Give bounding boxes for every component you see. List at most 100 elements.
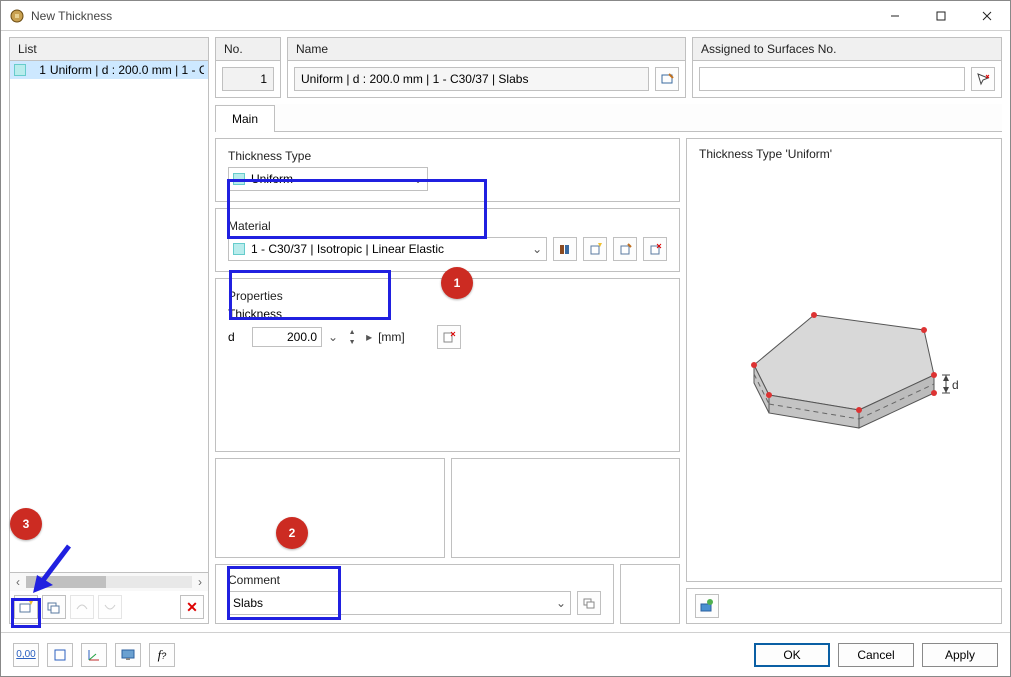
left-column: Thickness Type Uniform ⌄ Material bbox=[215, 138, 680, 624]
preview-dim-label: d bbox=[952, 378, 959, 392]
list-body[interactable]: 1 Uniform | d : 200.0 mm | 1 - C30/ bbox=[10, 61, 208, 572]
cancel-button[interactable]: Cancel bbox=[838, 643, 914, 667]
assigned-group: Assigned to Surfaces No. bbox=[692, 37, 1002, 98]
display-button[interactable] bbox=[115, 643, 141, 667]
toolbar-button-4[interactable] bbox=[98, 595, 122, 619]
scroll-right-icon[interactable]: › bbox=[192, 574, 208, 590]
ok-button[interactable]: OK bbox=[754, 643, 830, 667]
list-item-text: Uniform | d : 200.0 mm | 1 - C30/ bbox=[50, 63, 204, 77]
no-group: No. 1 bbox=[215, 37, 281, 98]
material-library-button[interactable] bbox=[553, 237, 577, 261]
content-area: No. 1 Name Uniform | d : 200.0 mm | 1 - … bbox=[215, 37, 1002, 624]
name-value: Uniform | d : 200.0 mm | 1 - C30/37 | Sl… bbox=[301, 72, 528, 86]
comment-label: Comment bbox=[228, 573, 601, 587]
material-select[interactable]: 1 - C30/37 | Isotropic | Linear Elastic … bbox=[228, 237, 547, 261]
assigned-label: Assigned to Surfaces No. bbox=[693, 38, 1001, 61]
scroll-thumb[interactable] bbox=[26, 576, 106, 588]
material-new-button[interactable] bbox=[583, 237, 607, 261]
dialog-window: New Thickness List 1 Uniform | d : 200.0… bbox=[0, 0, 1011, 677]
pick-surfaces-button[interactable] bbox=[971, 67, 995, 91]
thickness-type-value: Uniform bbox=[251, 172, 407, 186]
preview-column: Thickness Type 'Uniform' bbox=[686, 138, 1002, 624]
chevron-down-icon[interactable]: ⌄ bbox=[328, 330, 338, 344]
thickness-input[interactable] bbox=[252, 327, 322, 347]
lower-box-left bbox=[215, 458, 445, 558]
material-section: Material 1 - C30/37 | Isotropic | Linear… bbox=[216, 209, 679, 271]
preview-tool-button[interactable] bbox=[695, 594, 719, 618]
decimal-icon-text: 0,00 bbox=[16, 649, 35, 660]
edit-name-button[interactable] bbox=[655, 67, 679, 91]
name-label: Name bbox=[288, 38, 685, 61]
comment-field[interactable]: Slabs ⌄ bbox=[228, 591, 571, 615]
material-edit-button[interactable] bbox=[613, 237, 637, 261]
comment-row: Comment Slabs ⌄ bbox=[215, 564, 680, 624]
maximize-button[interactable] bbox=[918, 1, 964, 31]
minimize-button[interactable] bbox=[872, 1, 918, 31]
material-label: Material bbox=[228, 219, 667, 233]
material-delete-button[interactable] bbox=[643, 237, 667, 261]
assigned-field[interactable] bbox=[699, 67, 965, 91]
close-button[interactable] bbox=[964, 1, 1010, 31]
list-item-number: 1 bbox=[30, 63, 46, 77]
coord-system-button[interactable] bbox=[81, 643, 107, 667]
lower-box-right bbox=[451, 458, 681, 558]
toolbar-button-3[interactable] bbox=[70, 595, 94, 619]
preview-canvas[interactable]: d bbox=[687, 169, 1001, 581]
chevron-down-icon: ⌄ bbox=[556, 596, 566, 610]
ok-label: OK bbox=[783, 648, 800, 662]
color-swatch bbox=[233, 243, 245, 255]
material-value: 1 - C30/37 | Isotropic | Linear Elastic bbox=[251, 242, 526, 256]
list-panel: List 1 Uniform | d : 200.0 mm | 1 - C30/… bbox=[9, 37, 209, 624]
name-field[interactable]: Uniform | d : 200.0 mm | 1 - C30/37 | Sl… bbox=[294, 67, 649, 91]
top-header-row: No. 1 Name Uniform | d : 200.0 mm | 1 - … bbox=[215, 37, 1002, 98]
scroll-track[interactable] bbox=[26, 576, 192, 588]
thickness-type-label: Thickness Type bbox=[228, 149, 667, 163]
color-swatch bbox=[14, 64, 26, 76]
dialog-body: List 1 Uniform | d : 200.0 mm | 1 - C30/… bbox=[1, 31, 1010, 632]
function-button[interactable]: f? bbox=[149, 643, 175, 667]
preview-box: Thickness Type 'Uniform' bbox=[686, 138, 1002, 582]
thickness-sublabel: Thickness bbox=[228, 307, 328, 321]
tab-main[interactable]: Main bbox=[215, 105, 275, 132]
preview-toolbar bbox=[686, 588, 1002, 624]
decimal-format-button[interactable]: 0,00 bbox=[13, 643, 39, 667]
app-icon bbox=[9, 8, 25, 24]
comment-side-box bbox=[620, 564, 680, 624]
properties-section: Properties Thickness d ⌄ ▲▼ ▸ [mm] bbox=[216, 279, 679, 359]
no-field[interactable]: 1 bbox=[222, 67, 274, 91]
comment-value: Slabs bbox=[233, 596, 550, 610]
list-bottom-area: ‹ › bbox=[10, 572, 208, 623]
play-icon[interactable]: ▸ bbox=[366, 330, 372, 344]
copy-item-button[interactable] bbox=[42, 595, 66, 619]
list-toolbar: ✕ bbox=[10, 591, 208, 623]
units-button[interactable] bbox=[47, 643, 73, 667]
window-title: New Thickness bbox=[31, 9, 872, 23]
no-label: No. bbox=[216, 38, 280, 61]
thickness-symbol: d bbox=[228, 330, 246, 344]
cancel-label: Cancel bbox=[857, 648, 894, 662]
thickness-stepper[interactable]: ▲▼ bbox=[344, 327, 360, 347]
dialog-button-row: 0,00 f? OK Cancel Apply bbox=[1, 632, 1010, 676]
no-value: 1 bbox=[260, 72, 267, 86]
lower-split bbox=[215, 458, 680, 558]
main-tab-content: Thickness Type Uniform ⌄ Material bbox=[215, 138, 1002, 624]
title-bar: New Thickness bbox=[1, 1, 1010, 31]
list-item[interactable]: 1 Uniform | d : 200.0 mm | 1 - C30/ bbox=[10, 61, 208, 79]
comment-browse-button[interactable] bbox=[577, 591, 601, 615]
list-horizontal-scrollbar[interactable]: ‹ › bbox=[10, 573, 208, 591]
properties-label: Properties bbox=[228, 289, 667, 303]
delete-item-button[interactable]: ✕ bbox=[180, 595, 204, 619]
thickness-clear-button[interactable] bbox=[437, 325, 461, 349]
apply-button[interactable]: Apply bbox=[922, 643, 998, 667]
list-header: List bbox=[10, 38, 208, 61]
tab-main-label: Main bbox=[232, 112, 258, 126]
apply-label: Apply bbox=[945, 648, 975, 662]
thickness-type-section: Thickness Type Uniform ⌄ bbox=[216, 139, 679, 201]
thickness-type-select[interactable]: Uniform ⌄ bbox=[228, 167, 428, 191]
color-swatch bbox=[233, 173, 245, 185]
chevron-down-icon: ⌄ bbox=[532, 242, 542, 256]
new-item-button[interactable] bbox=[14, 595, 38, 619]
chevron-down-icon: ⌄ bbox=[413, 172, 423, 186]
thickness-unit: [mm] bbox=[378, 330, 405, 344]
scroll-left-icon[interactable]: ‹ bbox=[10, 574, 26, 590]
